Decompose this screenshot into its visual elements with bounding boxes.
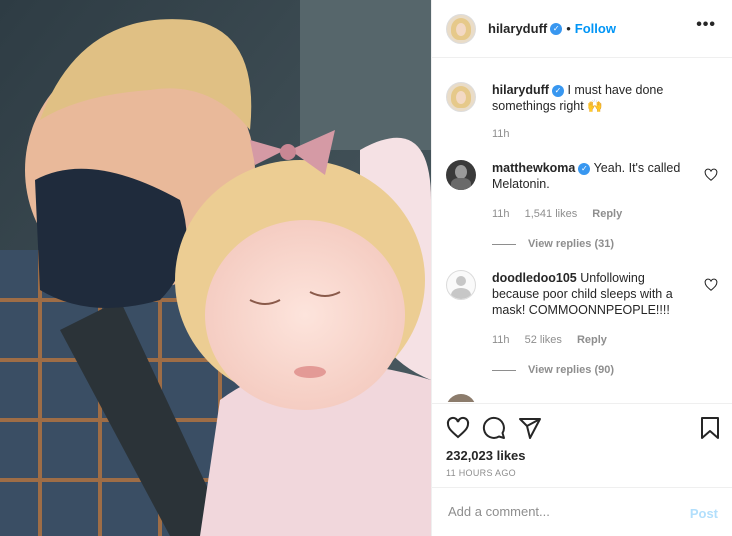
comment-input[interactable] bbox=[446, 503, 670, 520]
verified-badge-icon: ✓ bbox=[551, 84, 564, 97]
comment-icon[interactable] bbox=[482, 416, 506, 440]
heart-icon[interactable] bbox=[704, 168, 718, 182]
comment-username[interactable]: doodledoo105 bbox=[492, 271, 577, 285]
comment-time[interactable]: 11h bbox=[492, 334, 510, 346]
comment-text: doodledoo105 Unfollowing because poor ch… bbox=[492, 270, 692, 318]
author-avatar[interactable] bbox=[446, 13, 476, 44]
heart-icon[interactable] bbox=[704, 278, 718, 292]
comment-meta: 11h 52 likes Reply bbox=[492, 334, 619, 346]
post-comment-button[interactable]: Post bbox=[690, 506, 718, 521]
follow-button[interactable]: Follow bbox=[575, 21, 616, 36]
post-side-panel: hilaryduff ✓ • Follow ••• hilaryduff ✓ I … bbox=[431, 0, 732, 536]
caption-meta: 11h bbox=[492, 128, 522, 140]
more-options-icon[interactable]: ••• bbox=[696, 16, 716, 34]
view-replies-label: View replies (90) bbox=[528, 364, 615, 376]
caption-text: hilaryduff ✓ I must have done somethings … bbox=[492, 82, 692, 114]
caption-avatar[interactable] bbox=[446, 82, 476, 112]
comment-text: matthewkoma ✓ Yeah. It's called Melatonin… bbox=[492, 160, 692, 192]
add-comment-bar: Post bbox=[432, 487, 732, 536]
raised-hands-emoji: 🙌 bbox=[587, 99, 603, 113]
post-photo[interactable] bbox=[0, 0, 431, 536]
bookmark-icon[interactable] bbox=[698, 416, 722, 440]
likes-count[interactable]: 232,023 likes bbox=[446, 448, 526, 463]
post-time-ago[interactable]: 11 HOURS AGO bbox=[446, 468, 516, 478]
comment-time[interactable]: 11h bbox=[492, 208, 510, 220]
author-username[interactable]: hilaryduff bbox=[488, 21, 547, 36]
commenter-avatar[interactable] bbox=[446, 160, 476, 190]
reply-button[interactable]: Reply bbox=[577, 334, 607, 346]
view-replies-button[interactable]: View replies (31) bbox=[492, 238, 614, 250]
verified-badge-icon: ✓ bbox=[550, 22, 563, 35]
photo-image bbox=[0, 0, 431, 536]
commenter-avatar[interactable] bbox=[446, 394, 476, 402]
comment-likes[interactable]: 1,541 likes bbox=[525, 208, 578, 220]
share-icon[interactable] bbox=[518, 416, 542, 440]
separator-dot: • bbox=[566, 21, 571, 36]
reply-button[interactable]: Reply bbox=[592, 208, 622, 220]
caption-username[interactable]: hilaryduff bbox=[492, 83, 549, 97]
post-header: hilaryduff ✓ • Follow ••• bbox=[432, 0, 732, 58]
view-replies-button[interactable]: View replies (90) bbox=[492, 364, 614, 376]
verified-badge-icon: ✓ bbox=[578, 162, 591, 175]
comment-meta: 11h 1,541 likes Reply bbox=[492, 208, 634, 220]
comment-likes[interactable]: 52 likes bbox=[525, 334, 562, 346]
heart-icon[interactable] bbox=[446, 416, 470, 440]
replies-line bbox=[492, 369, 516, 371]
view-replies-label: View replies (31) bbox=[528, 238, 615, 250]
post-actions: 232,023 likes 11 HOURS AGO bbox=[432, 403, 732, 478]
replies-line bbox=[492, 243, 516, 245]
commenter-avatar[interactable] bbox=[446, 270, 476, 300]
caption-time[interactable]: 11h bbox=[492, 128, 510, 140]
comments-list[interactable]: hilaryduff ✓ I must have done somethings … bbox=[432, 58, 732, 402]
comment-username[interactable]: matthewkoma bbox=[492, 161, 575, 175]
